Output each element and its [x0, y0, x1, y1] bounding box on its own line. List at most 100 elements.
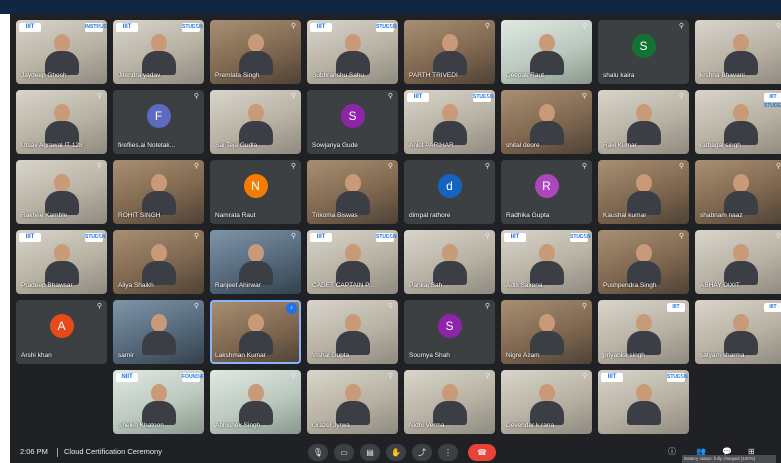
- participant-tile[interactable]: F ⚲ fireflies.ai Notetak...: [113, 90, 204, 154]
- mic-muted-icon: ⚲: [581, 303, 587, 310]
- participant-name: Ankit PARIHAR: [409, 142, 454, 149]
- participant-name: Arshi khan: [21, 352, 52, 359]
- participant-video: [432, 104, 467, 145]
- participant-video: [238, 34, 273, 75]
- participant-tile[interactable]: IIIT STUDEN⚲rathagal singh: [695, 90, 781, 154]
- participant-name: priyanka singh: [603, 352, 645, 359]
- present-button[interactable]: ⤴: [412, 444, 432, 461]
- participant-tile[interactable]: ⚲ samir: [113, 300, 204, 364]
- participant-name: dimpal rathore: [409, 212, 451, 219]
- participant-tile[interactable]: ⚲ Nidhi Verma: [404, 370, 495, 434]
- more-options-button[interactable]: ⋮: [438, 444, 458, 461]
- participant-tile[interactable]: ⚲ Pushpendra Singh: [598, 230, 689, 294]
- participant-name: Pankaj Sah: [409, 282, 443, 289]
- participant-name: Radhika Gupta: [506, 212, 550, 219]
- camera-icon: ▭: [340, 448, 348, 457]
- participant-video: [141, 174, 176, 215]
- participant-tile[interactable]: ⚲ Kaushal kumar: [598, 160, 689, 224]
- participant-tile[interactable]: ⚲ Nigre Azam: [501, 300, 592, 364]
- participant-tile[interactable]: ⚲ PARTH TRIVEDI: [404, 20, 495, 84]
- participant-tile[interactable]: ⚲ Premlata Singh: [210, 20, 301, 84]
- participant-tile[interactable]: S ⚲ Sowjanya Gude: [307, 90, 398, 154]
- captions-button[interactable]: ▤: [360, 444, 380, 461]
- participant-name: shital deore: [506, 142, 540, 149]
- participant-avatar: R: [534, 174, 559, 198]
- participant-name: Ravi Kumar: [603, 142, 637, 149]
- participant-tile[interactable]: d ⚲ dimpal rathore: [404, 160, 495, 224]
- mic-muted-icon: ⚲: [484, 163, 490, 170]
- participant-tile[interactable]: IIIT ⚲ priyanka singh: [598, 300, 689, 364]
- participant-tile[interactable]: N ⚲ Namrata Raut: [210, 160, 301, 224]
- participant-name: Nigre Azam: [506, 352, 540, 359]
- mic-muted-icon: ⚲: [484, 93, 490, 100]
- mic-muted-icon: ⚲: [678, 93, 684, 100]
- participant-name: Soumya Shah: [409, 352, 450, 359]
- participant-tile[interactable]: ♪ Lakshman Kumar: [210, 300, 301, 364]
- meeting-title: Cloud Certification Ceremony: [64, 447, 162, 456]
- mic-muted-icon: ⚲: [96, 233, 102, 240]
- mic-muted-icon: ⚲: [678, 163, 684, 170]
- participant-name: ABHAY DIXIT: [700, 282, 740, 289]
- participant-tile[interactable]: IIIT STUDEN ⚲ Aditi Saxena: [501, 230, 592, 294]
- institute-logo: IIIT: [407, 93, 429, 102]
- participant-tile[interactable]: ⚲ Vishal Gupta: [307, 300, 398, 364]
- participant-name: Subhranshu Sahu: [312, 72, 365, 79]
- participant-tile[interactable]: ⚲ shital deore: [501, 90, 592, 154]
- participant-video: [335, 174, 370, 215]
- mic-muted-icon: ⚲: [581, 373, 587, 380]
- mic-muted-icon: ⚲: [387, 93, 393, 100]
- participant-tile[interactable]: ⚲ krshna Bhavani: [695, 20, 781, 84]
- participant-name: Kaushal kumar: [603, 212, 647, 219]
- hand-icon: ✋: [391, 448, 401, 457]
- participant-tile[interactable]: ⚲ Ravi Kumar: [598, 90, 689, 154]
- participant-tile[interactable]: ⚲ Aliya Shaikh: [113, 230, 204, 294]
- participant-tile[interactable]: ⚲ Sai Teja Gudla: [210, 90, 301, 154]
- mic-muted-icon: ⚲: [484, 233, 490, 240]
- participant-tile[interactable]: ⚲ Ranjeet Ahirwar: [210, 230, 301, 294]
- participant-video: [432, 384, 467, 425]
- participant-tile[interactable]: IIIT STUDEN ⚲ Ankit PARIHAR: [404, 90, 495, 154]
- participant-tile[interactable]: A ⚲ Arshi khan: [16, 300, 107, 364]
- participant-tile[interactable]: ⚲ Deepak Raut: [501, 20, 592, 84]
- participant-video: [529, 244, 564, 285]
- participant-tile[interactable]: ⚲ Rakhee Kamble: [16, 160, 107, 224]
- participant-tile[interactable]: IIITINSTRUCTO⚲Jaydeep Ghosh: [16, 20, 107, 84]
- participant-name: Devendar k rana: [506, 422, 555, 429]
- participant-tile[interactable]: ⚲ Devendar k rana: [501, 370, 592, 434]
- participant-tile[interactable]: ⚲ ABHAY DIXIT: [695, 230, 781, 294]
- participant-tile[interactable]: ⚲ shabnam naaz: [695, 160, 781, 224]
- participant-name: Vishal Gupta: [312, 352, 350, 359]
- participant-tile[interactable]: ⚲ Trikoma Biswas: [307, 160, 398, 224]
- participant-tile[interactable]: R ⚲ Radhika Gupta: [501, 160, 592, 224]
- participant-tile[interactable]: IIIT ⚲ satyam sharma: [695, 300, 781, 364]
- participant-tile[interactable]: IIIT STUDEN ⚲: [598, 370, 689, 434]
- camera-button[interactable]: ▭: [334, 444, 354, 461]
- participant-video: [44, 174, 79, 215]
- participant-tile[interactable]: NIITFOUNDATION⚲Sheikh Khatoon: [113, 370, 204, 434]
- raise-hand-button[interactable]: ✋: [386, 444, 406, 461]
- participant-tile[interactable]: ⚲ Grazel Jyrwa: [307, 370, 398, 434]
- participant-tile[interactable]: ⚲ Abhishek Singh: [210, 370, 301, 434]
- mic-muted-icon: ⚲: [193, 373, 199, 380]
- participant-tile[interactable]: IIIT STUDEN ⚲ Jitendra yadav: [113, 20, 204, 84]
- participant-tile[interactable]: IIIT STUDEN ⚲ CADET CAPTAIN P...: [307, 230, 398, 294]
- institute-logo: IIIT: [310, 233, 332, 242]
- participant-tile[interactable]: ⚲ Utsav Agrawal IT 128: [16, 90, 107, 154]
- participant-video: [141, 34, 176, 75]
- participant-tile[interactable]: IIIT STUDEN ⚲ Subhranshu Sahu: [307, 20, 398, 84]
- participant-tile[interactable]: IIIT STUDEN ⚲ Pradeep Bhawsar: [16, 230, 107, 294]
- participant-tile[interactable]: ⚲ Pankaj Sah: [404, 230, 495, 294]
- participant-name: Jitendra yadav: [118, 72, 161, 79]
- mic-icon: 🎙: [312, 448, 324, 457]
- participant-video: [626, 314, 661, 355]
- participant-tile[interactable]: S ⚲ Soumya Shah: [404, 300, 495, 364]
- participant-name: Utsav Agrawal IT 128: [21, 142, 83, 149]
- mic-muted-icon: ⚲: [678, 303, 684, 310]
- participant-name: Premlata Singh: [215, 72, 260, 79]
- leave-call-button[interactable]: ☎: [468, 444, 496, 461]
- mic-button[interactable]: 🎙: [308, 444, 328, 461]
- mic-muted-icon: ⚲: [775, 233, 781, 240]
- participant-tile[interactable]: ⚲ ROHIT SINGH: [113, 160, 204, 224]
- info-button[interactable]: ⓘ: [668, 445, 676, 459]
- participant-tile[interactable]: S ⚲ shalu kaira: [598, 20, 689, 84]
